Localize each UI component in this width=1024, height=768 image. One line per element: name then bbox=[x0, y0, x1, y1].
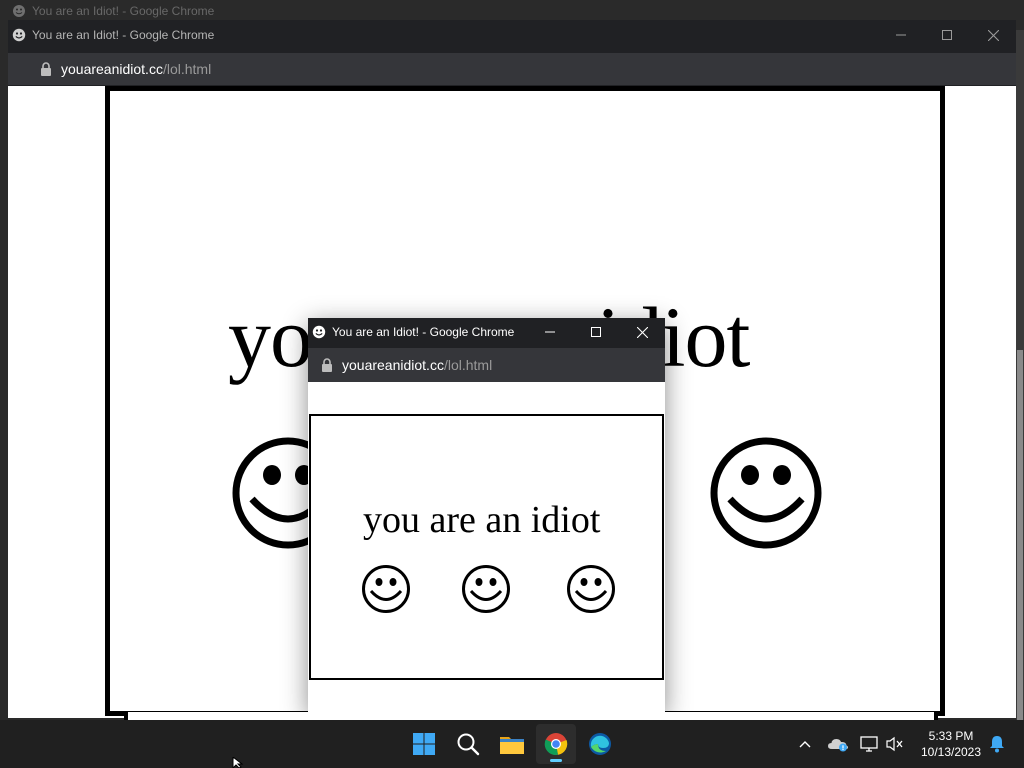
minimize-button[interactable] bbox=[878, 20, 924, 50]
minimize-icon bbox=[896, 34, 906, 36]
notification-button[interactable] bbox=[986, 728, 1008, 760]
volume-button[interactable] bbox=[884, 728, 906, 760]
popup-close-button[interactable] bbox=[619, 318, 665, 346]
popup-minimize-button[interactable] bbox=[527, 318, 573, 346]
taskbar-search-button[interactable] bbox=[448, 724, 488, 764]
file-explorer-icon bbox=[500, 737, 524, 754]
search-icon bbox=[457, 733, 480, 756]
taskbar-clock[interactable]: 5:33 PM 10/13/2023 bbox=[912, 728, 990, 760]
edge-icon bbox=[589, 733, 611, 755]
taskbar-chrome[interactable] bbox=[536, 724, 576, 764]
notification-bell-icon bbox=[990, 736, 1004, 753]
main-window-title: You are an Idiot! - Google Chrome bbox=[32, 28, 215, 42]
ghost-window-scrollbar[interactable] bbox=[1016, 30, 1024, 720]
scrollbar-thumb[interactable] bbox=[1017, 350, 1023, 720]
windows-start-icon bbox=[413, 733, 435, 755]
url-path: /lol.html bbox=[162, 61, 212, 77]
smiley-favicon-icon bbox=[12, 28, 26, 42]
smiley-favicon-icon bbox=[312, 325, 326, 339]
url-path: /lol.html bbox=[443, 357, 493, 373]
smiley-face-icon bbox=[462, 565, 510, 613]
close-icon bbox=[636, 326, 648, 338]
network-icon bbox=[860, 736, 878, 752]
clock-time: 5:33 PM bbox=[928, 729, 974, 743]
url-host: youareanidiot.cc bbox=[61, 61, 163, 77]
mouse-cursor-icon bbox=[232, 757, 244, 768]
popup-maximize-button[interactable] bbox=[573, 318, 619, 346]
maximize-button[interactable] bbox=[924, 20, 970, 50]
maximize-icon bbox=[942, 30, 952, 40]
volume-muted-icon bbox=[886, 736, 903, 752]
chrome-icon bbox=[544, 733, 568, 756]
minimize-icon bbox=[545, 331, 555, 333]
close-icon bbox=[987, 29, 999, 41]
popup-address-bar[interactable]: youareanidiot.cc/lol.html bbox=[308, 348, 665, 382]
popup-window-title: You are an Idiot! - Google Chrome bbox=[332, 325, 515, 339]
ghost-window-titlebar: You are an Idiot! - Google Chrome bbox=[8, 0, 1016, 22]
lock-icon bbox=[322, 358, 332, 372]
close-button[interactable] bbox=[970, 20, 1016, 50]
page-frame: you are an idiot bbox=[309, 414, 664, 680]
show-hidden-icons-button[interactable] bbox=[794, 728, 816, 760]
smiley-face-icon bbox=[567, 565, 615, 613]
smiley-favicon-icon bbox=[13, 5, 25, 17]
taskbar-edge[interactable] bbox=[580, 724, 620, 764]
onedrive-icon bbox=[828, 739, 848, 752]
network-button[interactable] bbox=[858, 728, 880, 760]
smiley-face-icon bbox=[710, 437, 822, 549]
chevron-up-icon bbox=[799, 741, 811, 748]
start-button[interactable] bbox=[404, 724, 444, 764]
url-host: youareanidiot.cc bbox=[342, 357, 444, 373]
popup-page-content: you are an idiot bbox=[308, 382, 665, 712]
maximize-icon bbox=[591, 327, 601, 337]
popup-browser-window: You are an Idiot! - Google Chrome youare… bbox=[308, 318, 665, 712]
main-window-titlebar[interactable]: You are an Idiot! - Google Chrome bbox=[8, 20, 1016, 50]
page-heading: you are an idiot bbox=[363, 499, 601, 541]
taskbar-file-explorer[interactable] bbox=[492, 724, 532, 764]
onedrive-button[interactable] bbox=[826, 728, 850, 760]
lock-icon bbox=[41, 62, 51, 76]
smiley-face-icon bbox=[362, 565, 410, 613]
address-bar[interactable]: youareanidiot.cc/lol.html bbox=[8, 53, 1016, 85]
clock-date: 10/13/2023 bbox=[920, 745, 982, 759]
ghost-window-title: You are an Idiot! - Google Chrome bbox=[32, 4, 215, 18]
